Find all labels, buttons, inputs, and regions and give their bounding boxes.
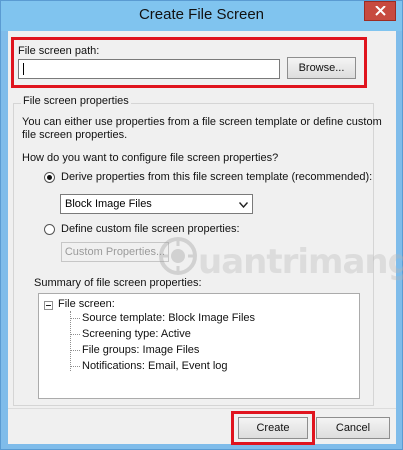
properties-group-label: File screen properties xyxy=(21,95,131,107)
collapse-icon[interactable] xyxy=(44,301,53,310)
template-selected-value: Block Image Files xyxy=(65,198,152,210)
tree-item-source-template: Source template: Block Image Files xyxy=(82,312,256,324)
description-line-2: file screen properties. xyxy=(22,129,128,141)
tree-branch xyxy=(70,366,80,367)
close-button[interactable] xyxy=(364,1,396,21)
tree-branch xyxy=(70,318,80,319)
derive-radio[interactable] xyxy=(44,172,55,183)
chevron-down-icon xyxy=(239,202,248,208)
create-highlight-box xyxy=(231,411,315,445)
title-bar: Create File Screen xyxy=(1,1,402,31)
summary-label: Summary of file screen properties: xyxy=(34,277,202,289)
cancel-button[interactable]: Cancel xyxy=(316,417,390,439)
custom-radio[interactable] xyxy=(44,224,55,235)
summary-tree[interactable]: File screen: Source template: Block Imag… xyxy=(38,293,360,399)
derive-option-label[interactable]: Derive properties from this file screen … xyxy=(61,171,372,183)
configure-question: How do you want to configure file screen… xyxy=(22,152,279,164)
tree-branch xyxy=(70,334,80,335)
path-highlight-box xyxy=(11,37,367,88)
dialog-body: File screen path: Browse... File screen … xyxy=(8,31,403,445)
template-select[interactable]: Block Image Files xyxy=(60,194,253,214)
tree-item-notifications: Notifications: Email, Event log xyxy=(82,360,228,372)
footer-separator xyxy=(8,408,396,409)
close-icon xyxy=(375,6,386,16)
window-title: Create File Screen xyxy=(138,6,265,23)
tree-item-screening-type: Screening type: Active xyxy=(82,328,191,340)
tree-item-file-groups: File groups: Image Files xyxy=(82,344,200,356)
tree-branch xyxy=(70,350,80,351)
description-line-1: You can either use properties from a fil… xyxy=(22,116,382,128)
tree-root: File screen: xyxy=(58,298,115,310)
tree-connector xyxy=(70,311,71,371)
custom-option-label[interactable]: Define custom file screen properties: xyxy=(61,223,240,235)
create-file-screen-dialog: Create File Screen File screen path: Bro… xyxy=(0,0,403,450)
custom-properties-button[interactable]: Custom Properties... xyxy=(61,242,169,262)
